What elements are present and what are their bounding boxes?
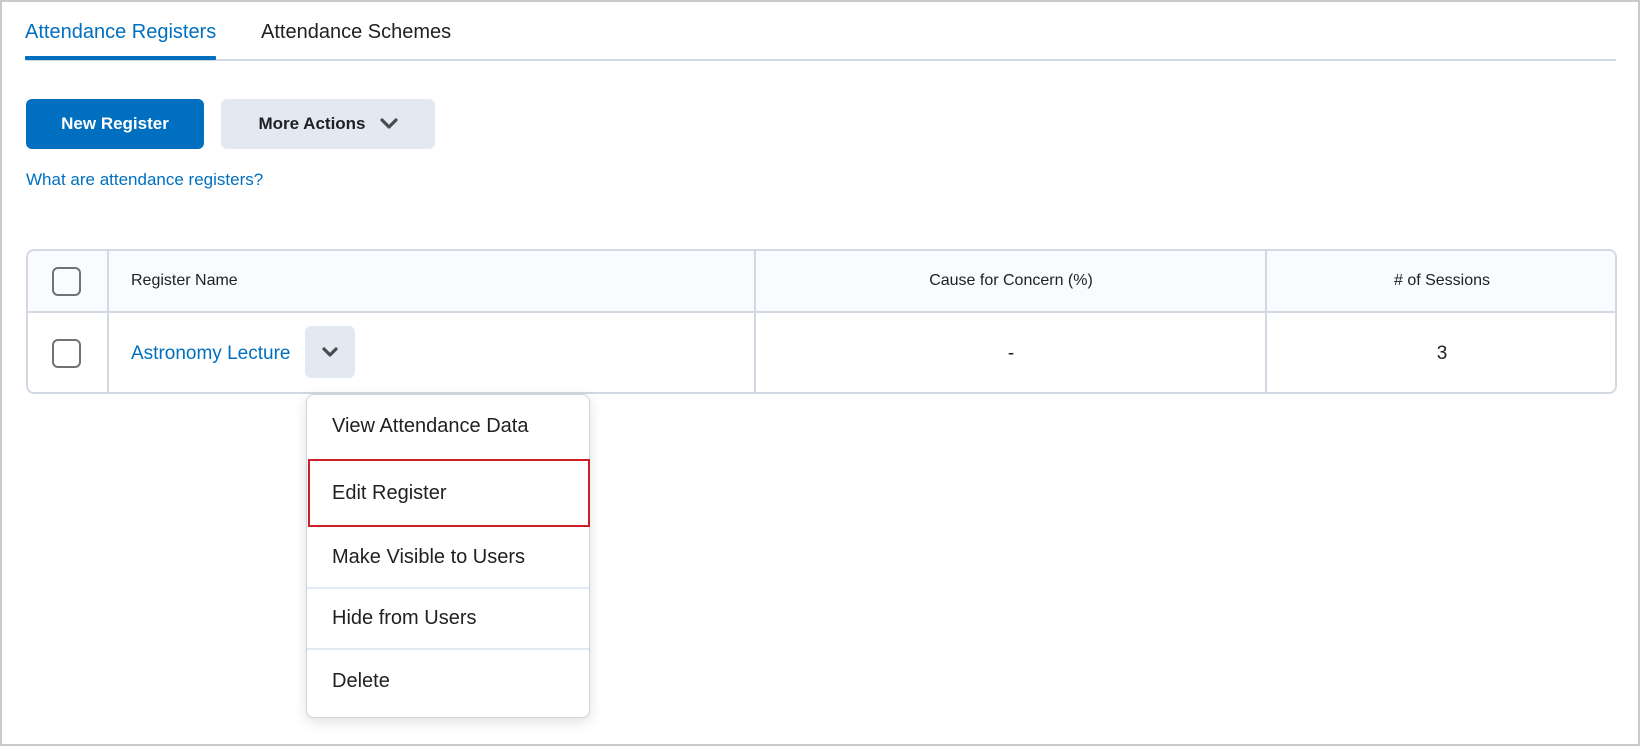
column-header-cause-for-concern[interactable]: Cause for Concern (%) (929, 272, 1093, 290)
new-register-button[interactable]: New Register (26, 99, 204, 149)
row-actions-menu: View Attendance Data Edit Register Make … (306, 394, 590, 718)
select-all-checkbox[interactable] (52, 266, 81, 296)
row-select-checkbox[interactable] (52, 339, 81, 368)
page-frame: Attendance Registers Attendance Schemes … (0, 0, 1640, 746)
new-register-label: New Register (61, 114, 169, 133)
register-name-link[interactable]: Astronomy Lecture (131, 343, 290, 365)
active-tab-indicator (25, 56, 216, 60)
tab-attendance-schemes[interactable]: Attendance Schemes (261, 18, 451, 46)
cause-for-concern-value: - (1007, 342, 1015, 364)
chevron-down-icon (379, 118, 398, 129)
what-are-attendance-registers-link[interactable]: What are attendance registers? (26, 170, 263, 190)
menu-item-view-attendance-data[interactable]: View Attendance Data (307, 395, 589, 457)
more-actions-button[interactable]: More Actions (221, 99, 435, 149)
registers-table: Register Name Cause for Concern (%) # of… (26, 249, 1617, 394)
column-header-sessions[interactable]: # of Sessions (1394, 272, 1490, 290)
table-row: Astronomy Lecture - 3 (28, 313, 1615, 392)
tab-bar: Attendance Registers Attendance Schemes (25, 2, 1616, 61)
sessions-count-value: 3 (1436, 342, 1448, 364)
column-divider (1265, 251, 1267, 392)
menu-item-make-visible[interactable]: Make Visible to Users (307, 527, 589, 587)
menu-item-hide-from-users[interactable]: Hide from Users (307, 589, 589, 648)
chevron-down-icon (322, 347, 338, 357)
menu-item-edit-register[interactable]: Edit Register (307, 459, 589, 527)
more-actions-label: More Actions (258, 114, 366, 133)
column-divider (107, 251, 109, 392)
menu-item-delete[interactable]: Delete (307, 650, 589, 712)
tab-attendance-registers[interactable]: Attendance Registers (25, 18, 216, 46)
column-divider (754, 251, 756, 392)
table-header: Register Name Cause for Concern (%) # of… (28, 251, 1615, 313)
row-actions-dropdown-button[interactable] (305, 326, 355, 378)
column-header-register-name[interactable]: Register Name (131, 272, 238, 290)
